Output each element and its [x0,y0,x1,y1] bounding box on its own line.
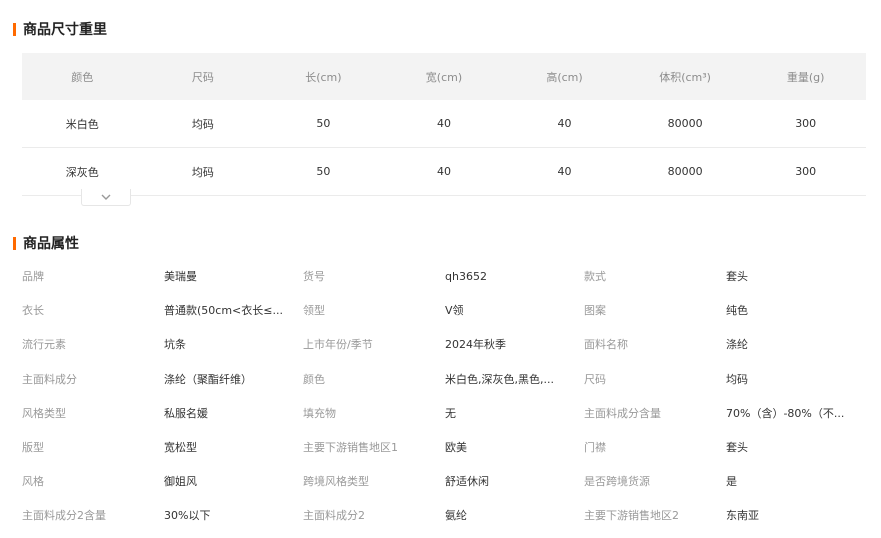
attr-key: 尺码 [584,372,606,386]
attribute-grid: 品牌 美瑞曼 货号 qh3652 款式 套头 衣长 普通款(50cm<衣长≤..… [22,259,872,533]
size-section-title-text: 商品尺寸重里 [23,22,107,38]
attr-key: 主要下游销售地区1 [303,441,398,455]
attr-value: 纯色 [726,304,748,318]
table-cell: 米白色 [22,100,143,148]
attr-key: 衣长 [22,304,44,318]
chevron-down-icon [101,194,111,200]
attr-key: 主面料成分2含量 [22,509,106,523]
attr-value: 套头 [726,270,748,284]
table-row: 米白色 均码 50 40 40 80000 300 [22,100,866,148]
attr-key: 主面料成分2 [303,509,365,523]
attr-value: 30%以下 [164,509,211,523]
attr-value: 普通款(50cm<衣长≤... [164,304,283,318]
attr-key: 领型 [303,304,325,318]
attr-key: 是否跨境货源 [584,475,650,489]
attr-value: 套头 [726,441,748,455]
table-cell: 300 [745,100,866,148]
size-table-header-row: 颜色 尺码 长(cm) 宽(cm) 高(cm) 体积(cm³) 重量(g) [22,53,866,100]
header-size: 尺码 [142,53,264,100]
attr-value: 70%（含）-80%（不... [726,406,845,420]
attr-key: 品牌 [22,270,44,284]
attr-value: 东南亚 [726,509,759,523]
table-cell: 40 [383,147,505,196]
attr-value: 2024年秋季 [445,338,506,352]
attr-value: 无 [445,406,456,420]
table-cell: 50 [263,100,384,148]
expand-table-button[interactable] [81,189,131,206]
attr-section-title-text: 商品属性 [23,236,79,252]
attr-key: 上市年份/季节 [303,338,373,352]
title-accent-bar [13,236,16,250]
size-section-title: 商品尺寸重里 [13,19,107,39]
attr-value: 美瑞曼 [164,270,197,284]
attr-value: 宽松型 [164,441,197,455]
attr-key: 货号 [303,270,325,284]
table-row: 深灰色 均码 50 40 40 80000 300 [22,147,866,196]
attr-value: 氨纶 [445,509,467,523]
attr-key: 主要下游销售地区2 [584,509,679,523]
attr-key: 图案 [584,304,606,318]
attr-key: 风格类型 [22,406,66,420]
attr-value: 私服名媛 [164,406,208,420]
attr-value: 坑条 [164,338,186,352]
table-cell: 均码 [142,100,264,148]
table-cell: 40 [383,100,505,148]
attr-key: 面料名称 [584,338,628,352]
attr-value: 涤纶 [726,338,748,352]
table-cell: 80000 [624,147,746,196]
header-weight: 重量(g) [745,53,866,100]
table-cell: 300 [745,147,866,196]
attr-key: 填充物 [303,406,336,420]
header-color: 颜色 [22,53,143,100]
attr-key: 门襟 [584,441,606,455]
attr-value: 是 [726,475,737,489]
attr-value: 御姐风 [164,475,197,489]
table-cell: 均码 [142,147,264,196]
table-cell: 40 [504,147,625,196]
attr-key: 颜色 [303,372,325,386]
attr-value: 舒适休闲 [445,475,489,489]
attr-value: V领 [445,304,464,318]
title-accent-bar [13,22,16,36]
size-table: 颜色 尺码 长(cm) 宽(cm) 高(cm) 体积(cm³) 重量(g) 米白… [22,53,866,196]
attr-key: 流行元素 [22,338,66,352]
attr-value: qh3652 [445,269,487,283]
attr-section-title: 商品属性 [13,233,79,253]
attr-key: 风格 [22,475,44,489]
attr-value: 欧美 [445,441,467,455]
attr-value: 均码 [726,372,748,386]
attr-value: 米白色,深灰色,黑色,... [445,372,554,386]
attr-key: 版型 [22,441,44,455]
table-cell: 40 [504,100,625,148]
header-length: 长(cm) [263,53,384,100]
attr-key: 主面料成分含量 [584,406,661,420]
attr-key: 款式 [584,270,606,284]
header-height: 高(cm) [504,53,625,100]
header-width: 宽(cm) [383,53,505,100]
table-cell: 50 [263,147,384,196]
attr-key: 主面料成分 [22,372,77,386]
attr-key: 跨境风格类型 [303,475,369,489]
table-cell: 80000 [624,100,746,148]
attr-value: 涤纶（聚酯纤维） [164,372,252,386]
header-volume: 体积(cm³) [624,53,746,100]
